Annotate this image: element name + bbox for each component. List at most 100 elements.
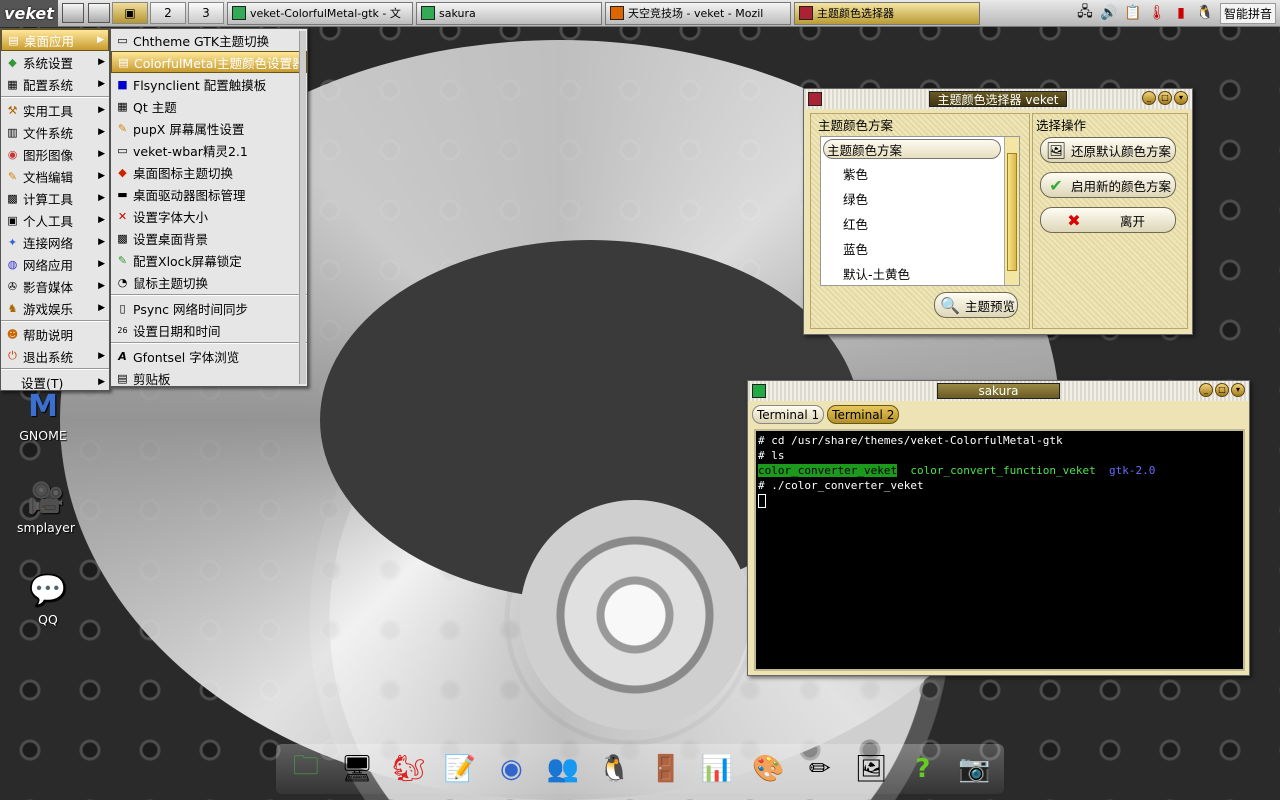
task-button-theme-selector[interactable]: 主题颜色选择器	[794, 1, 980, 25]
menu-item-filesystem[interactable]: ▥ 文件系统 ▶	[1, 121, 109, 143]
squirrel-icon[interactable]: 🐿	[390, 750, 428, 788]
window-menu-icon[interactable]	[808, 92, 822, 106]
main-menu: ▤ 桌面应用 ▶ ◆ 系统设置 ▶ ▦ 配置系统 ▶ ⚒ 实用工具 ▶ ▥ 文件系统 ▶ ◉ 图形图像…	[0, 28, 110, 391]
apply-scheme-button[interactable]: ✔ 启用新的颜色方案	[1040, 172, 1176, 198]
usb-drive-icon[interactable]: ✏	[801, 750, 839, 788]
chat-icon[interactable]: 👥	[544, 750, 582, 788]
menu-item-label: 桌面应用	[24, 33, 75, 49]
utilities-icon: ⚒	[7, 103, 18, 117]
submenu-item-wbar[interactable]: ▭ veket-wbar精灵2.1	[111, 139, 307, 161]
window-menu-icon[interactable]	[752, 384, 766, 398]
menu-item-config-system[interactable]: ▦ 配置系统 ▶	[1, 73, 109, 95]
submenu-item-font-size[interactable]: ✕ 设置字体大小	[111, 205, 307, 227]
workspace-2-button[interactable]: 2	[150, 2, 186, 24]
monitor-icon[interactable]: 🖥	[338, 750, 376, 788]
screenshot-icon[interactable]: 📷	[955, 750, 993, 788]
battery-icon[interactable]: ▮	[1172, 4, 1190, 22]
submenu-item-xlock[interactable]: ✎ 配置Xlock屏幕锁定	[111, 249, 307, 271]
menu-separator	[1, 96, 109, 98]
submenu-item-drive-icons[interactable]: ▬ 桌面驱动器图标管理	[111, 183, 307, 205]
scheme-item-green[interactable]: 绿色	[821, 186, 1019, 211]
menu-item-system-settings[interactable]: ◆ 系统设置 ▶	[1, 51, 109, 73]
submenu-item-wallpaper[interactable]: ▩ 设置桌面背景	[111, 227, 307, 249]
menu-item-network-apps[interactable]: ◍ 网络应用 ▶	[1, 253, 109, 275]
task-label: 天空竞技场 - veket - Mozil	[628, 7, 764, 20]
menu-item-utilities[interactable]: ⚒ 实用工具 ▶	[1, 99, 109, 121]
menu-item-document-edit[interactable]: ✎ 文档编辑 ▶	[1, 165, 109, 187]
scheme-item-red[interactable]: 红色	[821, 211, 1019, 236]
network-icon[interactable]: 🖧	[1076, 4, 1094, 22]
exit-door-icon[interactable]: 🚪	[647, 750, 685, 788]
submenu-item-flsynclient[interactable]: ■ Flsynclient 配置触摸板	[111, 73, 307, 95]
start-button[interactable]: veket	[0, 0, 58, 27]
window-titlebar[interactable]: 主题颜色选择器 veket _ □ ▾	[804, 89, 1192, 109]
tab-terminal-2[interactable]: Terminal 2	[827, 405, 900, 424]
notes-icon[interactable]: 📋	[1124, 4, 1142, 22]
submenu-item-clipboard[interactable]: ▤ 剪贴板	[111, 367, 307, 389]
scheme-list-header[interactable]: 主题颜色方案	[823, 139, 1001, 159]
task-label: veket-ColorfulMetal-gtk - 文	[250, 7, 401, 20]
submenu-item-datetime[interactable]: 26 设置日期和时间	[111, 319, 307, 341]
paint-icon[interactable]: 🎨	[750, 750, 788, 788]
menu-item-media[interactable]: ✇ 影音媒体 ▶	[1, 275, 109, 297]
menu-item-label: 设置桌面背景	[133, 231, 209, 247]
desktop-icon-qq[interactable]: 💬 QQ	[8, 570, 88, 628]
task-button-sakura[interactable]: sakura	[416, 1, 602, 25]
task-button-veket-theme[interactable]: veket-ColorfulMetal-gtk - 文	[227, 1, 413, 25]
submenu-item-colorfulmetal[interactable]: ▤ ColorfulMetal主题颜色设置器	[111, 51, 307, 73]
submenu-item-mouse-theme[interactable]: ◔ 鼠标主题切换	[111, 271, 307, 293]
input-method-indicator[interactable]: 智能拼音	[1219, 2, 1276, 24]
close-icon[interactable]: ▾	[1231, 383, 1245, 397]
qq-penguin-icon[interactable]: 🐧	[595, 750, 633, 788]
help-icon[interactable]: ?	[904, 750, 942, 788]
submenu-scrollbar[interactable]	[299, 31, 306, 384]
chart-icon[interactable]: 📊	[698, 750, 736, 788]
folder-icon[interactable]: 🗀	[287, 750, 325, 788]
maximize-icon[interactable]: □	[1215, 383, 1229, 397]
scheme-item-default[interactable]: 默认-土黄色	[821, 261, 1019, 285]
desktop-icon-smplayer[interactable]: 🎥 smplayer	[6, 478, 86, 536]
scheme-list-scrollbar[interactable]	[1004, 137, 1019, 285]
menu-item-calculator[interactable]: ▩ 计算工具 ▶	[1, 187, 109, 209]
scrollbar-thumb[interactable]	[1007, 153, 1017, 271]
terminal-output[interactable]: # cd /usr/share/themes/veket-ColorfulMet…	[754, 429, 1245, 671]
preview-button[interactable]: 🔍 主题预览	[934, 292, 1018, 318]
workspace-1-button[interactable]: ▣	[112, 2, 148, 24]
desktop-icon-gnome[interactable]: M GNOME	[3, 386, 83, 444]
submenu-item-desktop-icon-theme[interactable]: ◆ 桌面图标主题切换	[111, 161, 307, 183]
menu-item-desktop-apps[interactable]: ▤ 桌面应用 ▶	[1, 29, 109, 51]
scheme-item-purple[interactable]: 紫色	[821, 161, 1019, 186]
menu-item-games[interactable]: ♞ 游戏娱乐 ▶	[1, 297, 109, 319]
submenu-item-pupx[interactable]: ✎ pupX 屏幕属性设置	[111, 117, 307, 139]
minimize-icon[interactable]: _	[1142, 91, 1156, 105]
menu-item-label: 图形图像	[23, 147, 74, 163]
submenu-item-gfontsel[interactable]: A Gfontsel 字体浏览	[111, 345, 307, 367]
menu-item-personal-tools[interactable]: ▣ 个人工具 ▶	[1, 209, 109, 231]
menu-item-connect-network[interactable]: ✦ 连接网络 ▶	[1, 231, 109, 253]
workspace-3-button[interactable]: 3	[188, 2, 224, 24]
restore-default-button[interactable]: 🖼 还原默认颜色方案	[1040, 137, 1176, 163]
tab-terminal-1[interactable]: Terminal 1	[752, 405, 825, 424]
exit-button[interactable]: ✖ 离开	[1040, 207, 1176, 233]
close-icon[interactable]: ▾	[1174, 91, 1188, 105]
minimize-icon[interactable]: _	[1199, 383, 1213, 397]
task-button-mozilla[interactable]: 天空竞技场 - veket - Mozil	[605, 1, 791, 25]
volume-icon[interactable]: 🔊	[1100, 4, 1118, 22]
window-titlebar[interactable]: sakura _ □ ▾	[748, 381, 1249, 401]
penguin-icon[interactable]: 🐧	[1196, 4, 1214, 22]
menu-item-help[interactable]: ☻ 帮助说明	[1, 323, 109, 345]
terminal-launcher-icon[interactable]	[88, 3, 110, 23]
submenu-item-chtheme[interactable]: ▭ Chtheme GTK主题切换	[111, 29, 307, 51]
menu-item-exit[interactable]: ⏻ 退出系统 ▶	[1, 345, 109, 367]
media-player-icon[interactable]: ◉	[492, 750, 530, 788]
image-viewer-icon[interactable]: 🖼	[852, 750, 890, 788]
scheme-item-blue[interactable]: 蓝色	[821, 236, 1019, 261]
menu-item-graphics[interactable]: ◉ 图形图像 ▶	[1, 143, 109, 165]
maximize-icon[interactable]: □	[1158, 91, 1172, 105]
submenu-item-psync[interactable]: ▯ Psync 网络时间同步	[111, 297, 307, 319]
theme-color-selector-window: 主题颜色选择器 veket _ □ ▾ 主题颜色方案 选择操作 主题颜色方案 紫…	[803, 88, 1193, 335]
submenu-item-qt[interactable]: ▦ Qt 主题	[111, 95, 307, 117]
text-editor-icon[interactable]: 📝	[441, 750, 479, 788]
temperature-icon[interactable]: 🌡	[1148, 4, 1166, 22]
show-desktop-icon[interactable]	[62, 3, 84, 23]
